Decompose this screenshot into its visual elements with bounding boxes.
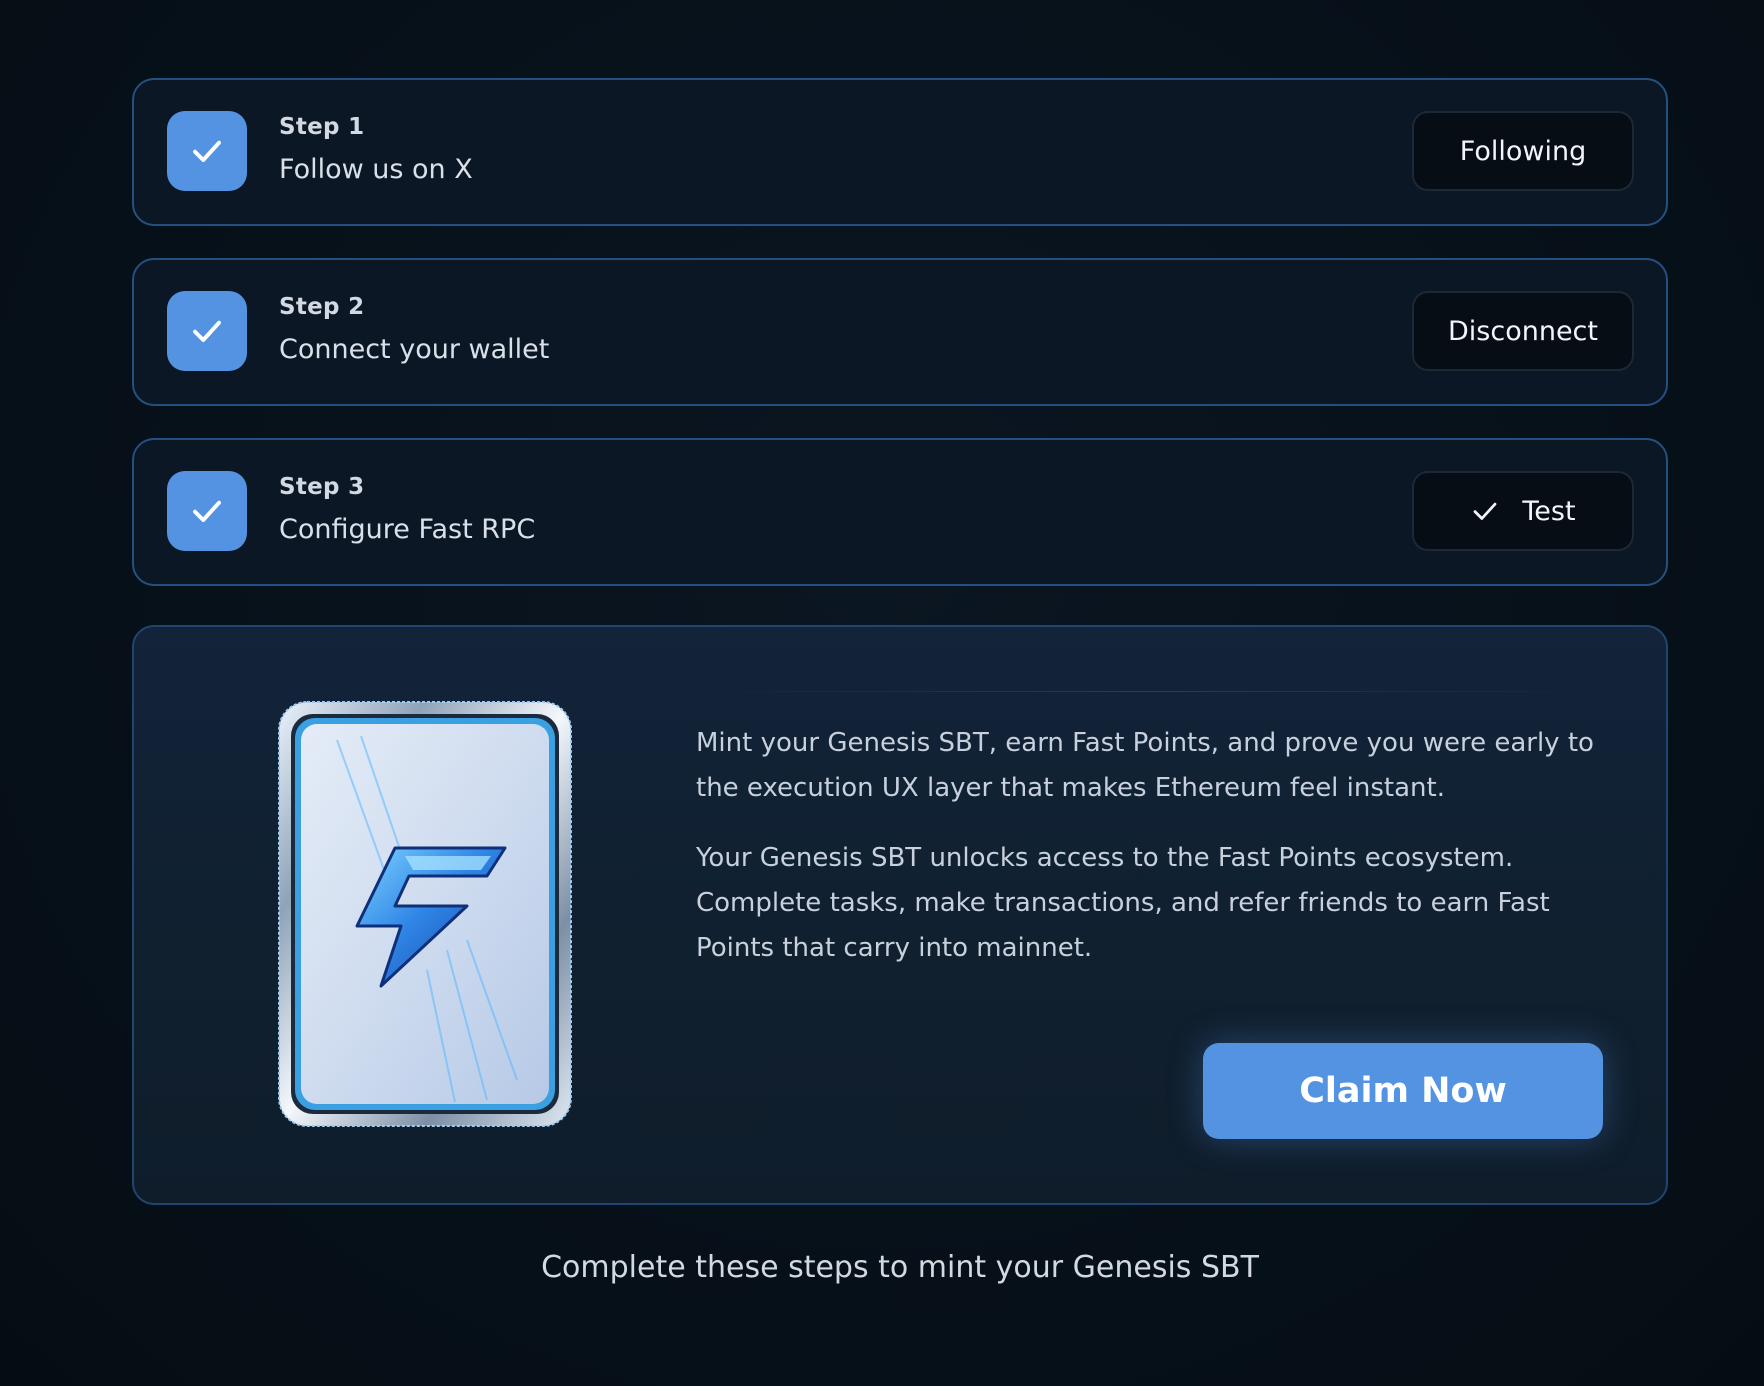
- step-complete-checkbox: [167, 471, 247, 551]
- step-title: Configure Fast RPC: [279, 514, 536, 545]
- button-label: Test: [1522, 495, 1576, 527]
- footer-instruction: Complete these steps to mint your Genesi…: [541, 1250, 1259, 1285]
- button-label: Disconnect: [1448, 315, 1598, 347]
- page: Step 1 Follow us on X Following Step 2 C…: [0, 0, 1764, 1386]
- button-label: Following: [1459, 135, 1587, 167]
- step-number: Step 3: [279, 474, 365, 500]
- step-number: Step 1: [279, 114, 365, 140]
- step-complete-checkbox: [167, 111, 247, 191]
- claim-details: Your Genesis SBT unlocks access to the F…: [696, 843, 1550, 963]
- step-card-3: Step 3 Configure Fast RPC Test: [132, 438, 1668, 586]
- claim-card: Mint your Genesis SBT, earn Fast Points,…: [132, 625, 1668, 1205]
- step-card-1: Step 1 Follow us on X Following: [132, 78, 1668, 226]
- step-number: Step 2: [279, 294, 365, 320]
- check-icon: [1470, 496, 1500, 526]
- test-button[interactable]: Test: [1412, 471, 1634, 551]
- check-icon: [193, 320, 221, 342]
- disconnect-button[interactable]: Disconnect: [1412, 291, 1634, 371]
- step-title: Follow us on X: [279, 154, 473, 185]
- check-icon: [193, 500, 221, 522]
- claim-now-button[interactable]: Claim Now: [1203, 1043, 1603, 1139]
- genesis-sbt-card-image: [278, 701, 572, 1127]
- divider: [696, 691, 1602, 692]
- following-button[interactable]: Following: [1412, 111, 1634, 191]
- step-title: Connect your wallet: [279, 334, 550, 365]
- check-icon: [193, 140, 221, 162]
- claim-description: Mint your Genesis SBT, earn Fast Points,…: [696, 728, 1594, 803]
- step-complete-checkbox: [167, 291, 247, 371]
- step-card-2: Step 2 Connect your wallet Disconnect: [132, 258, 1668, 406]
